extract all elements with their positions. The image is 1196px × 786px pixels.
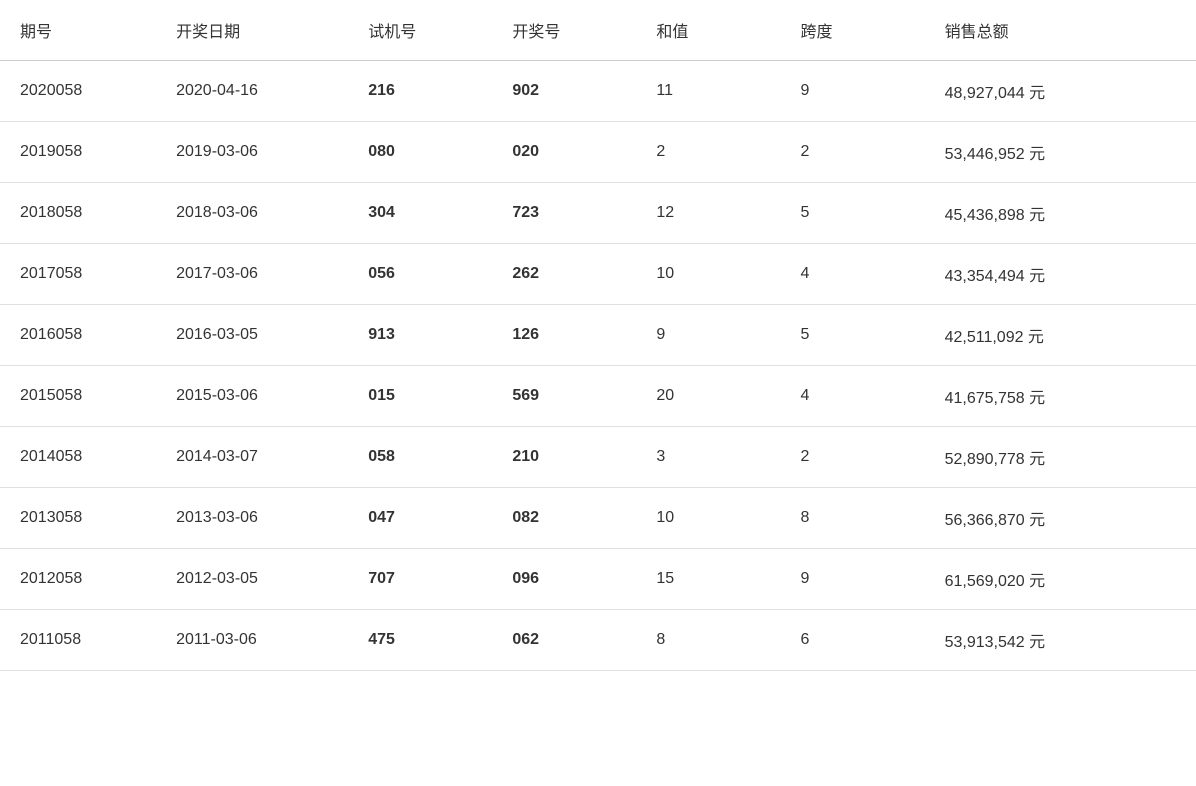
cell-sum: 8: [636, 610, 780, 671]
cell-period: 2020058: [0, 61, 156, 122]
cell-period: 2015058: [0, 366, 156, 427]
cell-period: 2012058: [0, 549, 156, 610]
cell-date: 2020-04-16: [156, 61, 348, 122]
cell-period: 2018058: [0, 183, 156, 244]
header-span: 跨度: [781, 0, 925, 61]
cell-trial: 475: [348, 610, 492, 671]
cell-date: 2011-03-06: [156, 610, 348, 671]
table-row: 20190582019-03-060800202253,446,952 元: [0, 122, 1196, 183]
cell-trial: 058: [348, 427, 492, 488]
cell-span: 2: [781, 122, 925, 183]
cell-draw: 902: [492, 61, 636, 122]
cell-span: 5: [781, 305, 925, 366]
cell-period: 2011058: [0, 610, 156, 671]
cell-span: 4: [781, 366, 925, 427]
cell-trial: 216: [348, 61, 492, 122]
table-row: 20130582013-03-0604708210856,366,870 元: [0, 488, 1196, 549]
table-row: 20120582012-03-0570709615961,569,020 元: [0, 549, 1196, 610]
cell-trial: 047: [348, 488, 492, 549]
cell-sales: 61,569,020 元: [925, 549, 1196, 610]
header-period: 期号: [0, 0, 156, 61]
lottery-table-container: 期号 开奖日期 试机号 开奖号 和值 跨度 销售总额 20200582020-0…: [0, 0, 1196, 671]
cell-trial: 015: [348, 366, 492, 427]
header-sum: 和值: [636, 0, 780, 61]
cell-sum: 11: [636, 61, 780, 122]
cell-sales: 48,927,044 元: [925, 61, 1196, 122]
cell-draw: 723: [492, 183, 636, 244]
cell-draw: 569: [492, 366, 636, 427]
table-row: 20160582016-03-059131269542,511,092 元: [0, 305, 1196, 366]
cell-draw: 062: [492, 610, 636, 671]
cell-span: 9: [781, 549, 925, 610]
cell-date: 2019-03-06: [156, 122, 348, 183]
cell-span: 6: [781, 610, 925, 671]
cell-trial: 080: [348, 122, 492, 183]
cell-draw: 210: [492, 427, 636, 488]
cell-span: 9: [781, 61, 925, 122]
header-trial: 试机号: [348, 0, 492, 61]
cell-sum: 12: [636, 183, 780, 244]
table-row: 20140582014-03-070582103252,890,778 元: [0, 427, 1196, 488]
table-row: 20200582020-04-1621690211948,927,044 元: [0, 61, 1196, 122]
cell-trial: 913: [348, 305, 492, 366]
cell-sum: 15: [636, 549, 780, 610]
cell-period: 2014058: [0, 427, 156, 488]
table-row: 20150582015-03-0601556920441,675,758 元: [0, 366, 1196, 427]
header-draw: 开奖号: [492, 0, 636, 61]
cell-sales: 42,511,092 元: [925, 305, 1196, 366]
table-row: 20170582017-03-0605626210443,354,494 元: [0, 244, 1196, 305]
cell-span: 4: [781, 244, 925, 305]
cell-period: 2017058: [0, 244, 156, 305]
cell-draw: 262: [492, 244, 636, 305]
cell-draw: 020: [492, 122, 636, 183]
cell-draw: 096: [492, 549, 636, 610]
cell-date: 2013-03-06: [156, 488, 348, 549]
table-row: 20110582011-03-064750628653,913,542 元: [0, 610, 1196, 671]
cell-sum: 10: [636, 244, 780, 305]
cell-date: 2018-03-06: [156, 183, 348, 244]
cell-sum: 2: [636, 122, 780, 183]
cell-sum: 10: [636, 488, 780, 549]
header-sales: 销售总额: [925, 0, 1196, 61]
cell-sales: 52,890,778 元: [925, 427, 1196, 488]
cell-sales: 43,354,494 元: [925, 244, 1196, 305]
cell-date: 2012-03-05: [156, 549, 348, 610]
cell-sales: 53,446,952 元: [925, 122, 1196, 183]
cell-date: 2016-03-05: [156, 305, 348, 366]
cell-trial: 707: [348, 549, 492, 610]
cell-sum: 20: [636, 366, 780, 427]
cell-period: 2013058: [0, 488, 156, 549]
cell-date: 2014-03-07: [156, 427, 348, 488]
cell-sales: 56,366,870 元: [925, 488, 1196, 549]
cell-sum: 9: [636, 305, 780, 366]
cell-span: 8: [781, 488, 925, 549]
cell-date: 2017-03-06: [156, 244, 348, 305]
cell-draw: 126: [492, 305, 636, 366]
cell-trial: 304: [348, 183, 492, 244]
table-header-row: 期号 开奖日期 试机号 开奖号 和值 跨度 销售总额: [0, 0, 1196, 61]
cell-span: 2: [781, 427, 925, 488]
cell-sales: 45,436,898 元: [925, 183, 1196, 244]
table-row: 20180582018-03-0630472312545,436,898 元: [0, 183, 1196, 244]
cell-draw: 082: [492, 488, 636, 549]
cell-date: 2015-03-06: [156, 366, 348, 427]
cell-trial: 056: [348, 244, 492, 305]
cell-span: 5: [781, 183, 925, 244]
cell-sales: 41,675,758 元: [925, 366, 1196, 427]
header-date: 开奖日期: [156, 0, 348, 61]
lottery-table: 期号 开奖日期 试机号 开奖号 和值 跨度 销售总额 20200582020-0…: [0, 0, 1196, 671]
cell-period: 2019058: [0, 122, 156, 183]
cell-sales: 53,913,542 元: [925, 610, 1196, 671]
cell-period: 2016058: [0, 305, 156, 366]
cell-sum: 3: [636, 427, 780, 488]
